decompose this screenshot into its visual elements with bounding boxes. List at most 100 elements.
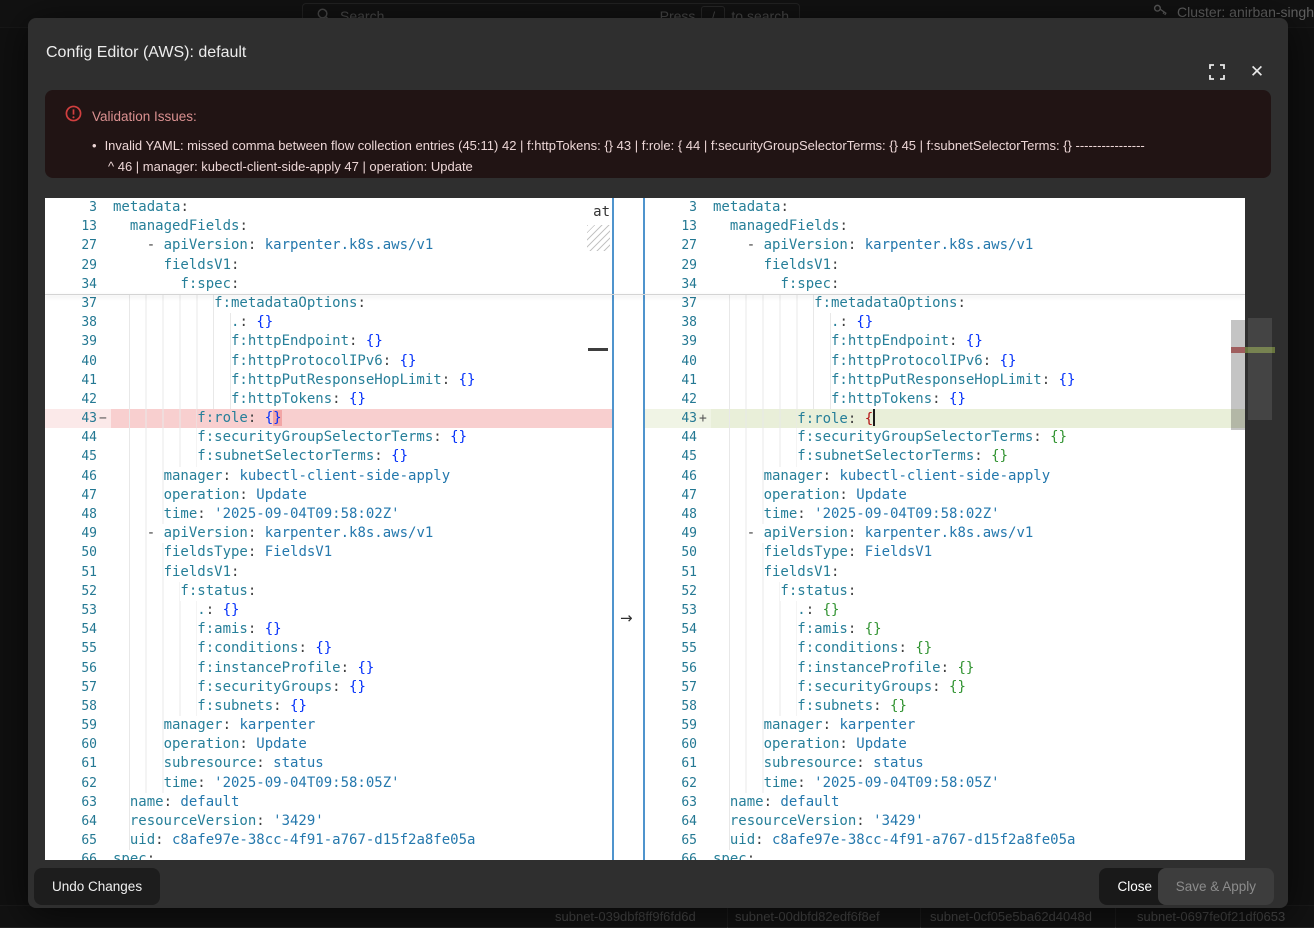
code-line[interactable]: 62time: '2025-09-04T09:58:05Z' — [645, 774, 1245, 793]
close-icon[interactable]: ✕ — [1247, 62, 1267, 82]
undo-changes-button[interactable]: Undo Changes — [34, 868, 160, 905]
code-line[interactable]: 49- apiVersion: karpenter.k8s.aws/v1 — [645, 524, 1245, 543]
line-number: 46 — [45, 467, 97, 486]
code-line[interactable]: 66spec: — [45, 850, 612, 860]
code-line[interactable]: 59manager: karpenter — [645, 716, 1245, 735]
code-line[interactable]: 48time: '2025-09-04T09:58:02Z' — [45, 505, 612, 524]
code-line[interactable]: 39f:httpEndpoint: {} — [45, 332, 612, 351]
editor-scrollbar-thumb[interactable] — [1231, 320, 1245, 430]
code-line[interactable]: 43−f:role: {} — [45, 409, 612, 428]
sticky-context-line[interactable]: 3metadata: — [645, 198, 1245, 217]
diff-mark — [97, 659, 111, 678]
code-line[interactable]: 50fieldsType: FieldsV1 — [645, 543, 1245, 562]
diff-mark — [97, 620, 111, 639]
sticky-header-divider — [45, 294, 1245, 295]
sticky-context-line[interactable]: 34 f:spec: — [645, 275, 1245, 294]
line-number: 56 — [645, 659, 697, 678]
code-line[interactable]: 51fieldsV1: — [645, 563, 1245, 582]
code-line[interactable]: 53.: {} — [645, 601, 1245, 620]
diff-mark — [97, 352, 111, 371]
code-line[interactable]: 53.: {} — [45, 601, 612, 620]
code-line[interactable]: 54f:amis: {} — [645, 620, 1245, 639]
sticky-context-line[interactable]: 34 f:spec: — [45, 275, 612, 294]
code-line[interactable]: 60operation: Update — [645, 735, 1245, 754]
diff-mark — [97, 697, 111, 716]
code-line[interactable]: 61subresource: status — [45, 754, 612, 773]
code-line[interactable]: 37f:metadataOptions: — [645, 294, 1245, 313]
original-editor-pane[interactable]: 3metadata:13 managedFields:27 - apiVersi… — [45, 198, 612, 860]
code-line[interactable]: 66spec: — [645, 850, 1245, 860]
sticky-context-line[interactable]: 13 managedFields: — [45, 217, 612, 236]
alert-message: •Invalid YAML: missed comma between flow… — [65, 135, 1251, 177]
line-number: 3 — [45, 198, 97, 217]
line-number: 45 — [45, 447, 97, 466]
code-line[interactable]: 58f:subnets: {} — [645, 697, 1245, 716]
code-line[interactable]: 57f:securityGroups: {} — [45, 678, 612, 697]
code-line[interactable]: 44f:securityGroupSelectorTerms: {} — [45, 428, 612, 447]
code-line[interactable]: 42f:httpTokens: {} — [645, 390, 1245, 409]
sticky-context-line[interactable]: 3metadata: — [45, 198, 612, 217]
code-line[interactable]: 42f:httpTokens: {} — [45, 390, 612, 409]
line-number: 52 — [645, 582, 697, 601]
code-line[interactable]: 41f:httpPutResponseHopLimit: {} — [645, 371, 1245, 390]
code-line[interactable]: 40f:httpProtocolIPv6: {} — [45, 352, 612, 371]
modal-scrollbar-thumb[interactable] — [1248, 318, 1272, 420]
save-apply-button[interactable]: Save & Apply — [1158, 868, 1274, 905]
fullscreen-button[interactable] — [1207, 62, 1227, 82]
code-line[interactable]: 45f:subnetSelectorTerms: {} — [45, 447, 612, 466]
code-line[interactable]: 38.: {} — [45, 313, 612, 332]
code-line[interactable]: 57f:securityGroups: {} — [645, 678, 1245, 697]
code-line[interactable]: 39f:httpEndpoint: {} — [645, 332, 1245, 351]
diff-mark — [97, 198, 111, 217]
code-line[interactable]: 56f:instanceProfile: {} — [645, 659, 1245, 678]
code-line[interactable]: 58f:subnets: {} — [45, 697, 612, 716]
code-line[interactable]: 61subresource: status — [645, 754, 1245, 773]
code-line[interactable]: 56f:instanceProfile: {} — [45, 659, 612, 678]
code-line[interactable]: 46manager: kubectl-client-side-apply — [645, 467, 1245, 486]
code-line[interactable]: 55f:conditions: {} — [45, 639, 612, 658]
revert-change-arrow-button[interactable]: → — [620, 609, 633, 627]
code-line[interactable]: 60operation: Update — [45, 735, 612, 754]
line-number: 53 — [645, 601, 697, 620]
diff-mark — [97, 524, 111, 543]
code-line[interactable]: 45f:subnetSelectorTerms: {} — [645, 447, 1245, 466]
code-line[interactable]: 46manager: kubectl-client-side-apply — [45, 467, 612, 486]
code-line[interactable]: 63name: default — [45, 793, 612, 812]
code-line[interactable]: 63name: default — [645, 793, 1245, 812]
sticky-context-line[interactable]: 29 fieldsV1: — [45, 256, 612, 275]
code-line[interactable]: 55f:conditions: {} — [645, 639, 1245, 658]
code-line[interactable]: 50fieldsType: FieldsV1 — [45, 543, 612, 562]
code-line[interactable]: 43+f:role: { — [645, 409, 1245, 428]
code-line[interactable]: 65uid: c8afe97e-38cc-4f91-a767-d15f2a8fe… — [45, 831, 612, 850]
code-line[interactable]: 52f:status: — [645, 582, 1245, 601]
code-line[interactable]: 64resourceVersion: '3429' — [45, 812, 612, 831]
code-line[interactable]: 49- apiVersion: karpenter.k8s.aws/v1 — [45, 524, 612, 543]
code-line[interactable]: 52f:status: — [45, 582, 612, 601]
sticky-context-line[interactable]: 27 - apiVersion: karpenter.k8s.aws/v1 — [45, 236, 612, 255]
code-line[interactable]: 64resourceVersion: '3429' — [645, 812, 1245, 831]
code-line[interactable]: 62time: '2025-09-04T09:58:05Z' — [45, 774, 612, 793]
code-line[interactable]: 59manager: karpenter — [45, 716, 612, 735]
code-line[interactable]: 51fieldsV1: — [45, 563, 612, 582]
code-line[interactable]: 37f:metadataOptions: — [45, 294, 612, 313]
code-line[interactable]: 54f:amis: {} — [45, 620, 612, 639]
sticky-context-line[interactable]: 27 - apiVersion: karpenter.k8s.aws/v1 — [645, 236, 1245, 255]
line-number: 55 — [45, 639, 97, 658]
code-line[interactable]: 47operation: Update — [45, 486, 612, 505]
sticky-context-line[interactable]: 29 fieldsV1: — [645, 256, 1245, 275]
sticky-context-line[interactable]: 13 managedFields: — [645, 217, 1245, 236]
code-line[interactable]: 38.: {} — [645, 313, 1245, 332]
line-number: 43 — [45, 409, 97, 428]
code-line[interactable]: 40f:httpProtocolIPv6: {} — [645, 352, 1245, 371]
line-number: 51 — [45, 563, 97, 582]
code-line[interactable]: 41f:httpPutResponseHopLimit: {} — [45, 371, 612, 390]
diff-mark — [697, 774, 711, 793]
code-line[interactable]: 65uid: c8afe97e-38cc-4f91-a767-d15f2a8fe… — [645, 831, 1245, 850]
editor-scrollbar[interactable] — [1231, 198, 1245, 860]
code-line[interactable]: 48time: '2025-09-04T09:58:02Z' — [645, 505, 1245, 524]
code-line[interactable]: 44f:securityGroupSelectorTerms: {} — [645, 428, 1245, 447]
modified-editor-pane[interactable]: 3metadata:13 managedFields:27 - apiVersi… — [645, 198, 1245, 860]
line-number: 63 — [45, 793, 97, 812]
diff-mark — [697, 754, 711, 773]
code-line[interactable]: 47operation: Update — [645, 486, 1245, 505]
